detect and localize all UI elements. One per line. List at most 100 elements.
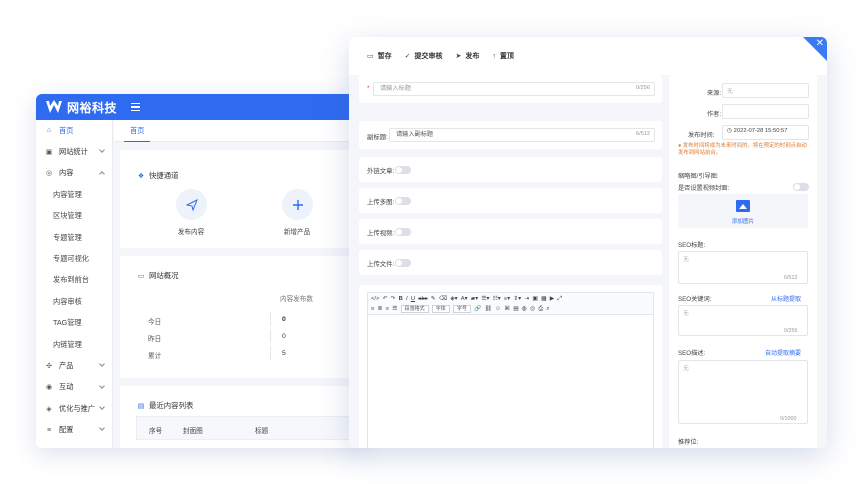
author-input[interactable] (722, 104, 809, 119)
publish-time-label: 发布时间: (688, 132, 715, 139)
overview-row-label: 昨日 (148, 336, 162, 343)
print-icon[interactable]: ⎙ (538, 306, 543, 313)
overview-column-header: 内容发布数 (280, 296, 313, 303)
seo-keywords-char-count: 0/256 (784, 328, 798, 334)
title-input[interactable]: 请输入标题 (373, 82, 655, 96)
author-label: 作者: (707, 111, 722, 118)
sidebar-subitem-publish-front[interactable]: 发布到前台 (36, 270, 112, 291)
color-icon[interactable]: ◈▾ (450, 296, 457, 302)
sidebar-item-stats[interactable]: ▣ 网站统计 (36, 141, 112, 162)
multi-image-toggle[interactable] (395, 197, 411, 205)
attachment-icon[interactable]: ▤ (513, 306, 518, 312)
brush-icon[interactable]: ✎ (431, 296, 436, 302)
plus-icon (292, 199, 303, 210)
source-input[interactable]: 无 (722, 83, 809, 98)
italic-icon[interactable]: I (406, 296, 408, 302)
multi-image-label: 上传多图: (367, 199, 395, 206)
emoji-icon[interactable]: ☺ (495, 306, 501, 312)
unlink-icon[interactable]: ⛓ (485, 306, 492, 312)
toolbar-row: </> ↶ ↷ B I U abc ✎ ⌫ ◈▾ A▾ ▰▾ ☰▾ ☷▾ ≡▾ … (371, 294, 650, 304)
image-icon[interactable]: ▣ (532, 296, 537, 302)
map-icon[interactable]: ◍ (522, 306, 527, 312)
sidebar-item-content[interactable]: ◎ 内容 (36, 163, 112, 184)
code-icon[interactable]: ⌘ (504, 306, 510, 312)
indent-icon[interactable]: ⇥ (524, 296, 529, 302)
save-draft-button[interactable]: ▭ 暂存 (367, 51, 392, 61)
sidebar-item-promote[interactable]: ◈ 优化与推广 (36, 398, 112, 419)
sidebar-item-interact[interactable]: ◉ 互动 (36, 377, 112, 398)
undo-icon[interactable]: ↶ (383, 296, 388, 302)
submit-review-button[interactable]: ✓ 提交审核 (405, 51, 443, 61)
search-icon[interactable]: ⌕ (546, 306, 549, 313)
pin-top-button[interactable]: ↑ 置顶 (492, 51, 514, 61)
brand-name: 网裕科技 (67, 100, 118, 115)
bold-icon[interactable]: B (399, 296, 403, 302)
source-icon[interactable]: </> (371, 296, 379, 302)
ordered-list-icon[interactable]: ☰▾ (481, 296, 489, 302)
extract-from-title-link[interactable]: 从标题提取 (771, 294, 801, 303)
bullet-list-icon[interactable]: ☷▾ (493, 296, 501, 302)
publish-button[interactable]: ➤ 发布 (456, 51, 480, 61)
sidebar-item-home[interactable]: ⌂ 首页 (36, 120, 112, 141)
align-right-icon[interactable]: ≡ (386, 306, 389, 312)
quick-channel-panel: ❖ 快捷通道 发布内容 新增产品 (120, 150, 366, 248)
column-header: 序号 (149, 428, 163, 435)
sidebar-subitem-topic-visual[interactable]: 专题可视化 (36, 248, 112, 269)
video-upload-toggle[interactable] (395, 228, 411, 236)
content-icon: ◎ (45, 170, 53, 178)
video-cover-toggle[interactable] (793, 183, 809, 191)
font-size-select[interactable]: 字号 (453, 305, 472, 313)
brand-logo[interactable]: 网裕科技 (46, 99, 117, 116)
align-icon[interactable]: ≡▾ (504, 296, 510, 302)
thumbnail-label: 缩略图/引导图: (678, 173, 719, 180)
justify-icon[interactable]: ☰ (392, 306, 397, 312)
highlight-icon[interactable]: ▰▾ (471, 296, 478, 302)
menu-toggle-icon[interactable] (131, 103, 141, 111)
align-center-icon[interactable]: ≣ (378, 306, 383, 312)
promote-icon: ◈ (46, 405, 52, 413)
column-header: 标题 (255, 428, 269, 435)
overview-row-label: 累计 (148, 353, 162, 360)
publish-time-input[interactable]: ◷ 2022-07-28 15:50:57 (722, 125, 809, 140)
eraser-icon[interactable]: ⌫ (439, 296, 447, 302)
sidebar-subitem-content-review[interactable]: 内容审核 (36, 291, 112, 312)
editor-toolbar: ▭ 暂存 ✓ 提交审核 ➤ 发布 ↑ 置顶 ✕ (349, 37, 827, 75)
editor-format-toolbar: </> ↶ ↷ B I U abc ✎ ⌫ ◈▾ A▾ ▰▾ ☰▾ ☷▾ ≡▾ … (367, 292, 654, 314)
title-char-count: 0/256 (636, 85, 650, 91)
file-upload-card: 上传文件: (359, 250, 662, 275)
screenshot-stage: 网裕科技 ⌂ 首页 ▣ 网站统计 ◎ 内容 内容管理 区块管理 专题管理 专题可视化 … (0, 0, 863, 484)
strike-icon[interactable]: abc (418, 296, 427, 302)
sidebar-subitem-block-manage[interactable]: 区块管理 (36, 206, 112, 227)
tab-home[interactable]: 首页 (124, 120, 151, 142)
font-family-select[interactable]: 字体 (431, 305, 450, 313)
file-upload-toggle[interactable] (395, 259, 411, 267)
chevron-down-icon (99, 147, 105, 154)
auto-extract-summary-link[interactable]: 自动提取摘要 (765, 348, 801, 357)
link-icon[interactable]: 🔗 (474, 306, 481, 312)
sidebar-subitem-link-manage[interactable]: 内链管理 (36, 334, 112, 355)
sidebar-subitem-content-manage[interactable]: 内容管理 (36, 184, 112, 205)
line-height-icon[interactable]: ⇕▾ (513, 296, 521, 302)
publish-content-button[interactable] (176, 189, 207, 220)
align-left-icon[interactable]: ≡ (371, 306, 374, 312)
underline-icon[interactable]: U (411, 296, 415, 302)
subtitle-input[interactable]: 请输入副标题 (389, 128, 655, 142)
video-icon[interactable]: ▶ (550, 296, 554, 302)
add-product-button[interactable] (282, 189, 313, 220)
add-image-button[interactable]: 添加图片 (678, 194, 808, 228)
sidebar-item-product[interactable]: ✣ 产品 (36, 355, 112, 376)
external-link-toggle[interactable] (395, 166, 411, 174)
editor-content-area[interactable] (367, 314, 654, 448)
redo-icon[interactable]: ↷ (391, 296, 396, 302)
seo-description-input[interactable]: 无 (678, 360, 808, 424)
sidebar-subitem-topic-manage[interactable]: 专题管理 (36, 227, 112, 248)
monitor-icon: ▭ (137, 272, 145, 280)
table-icon[interactable]: ▦ (541, 296, 546, 302)
sidebar-subitem-tag-manage[interactable]: TAG管理 (36, 313, 112, 334)
close-icon[interactable]: ✕ (816, 38, 824, 50)
fullscreen-icon[interactable]: ⤢ (557, 296, 562, 303)
font-color-icon[interactable]: A▾ (461, 296, 468, 302)
paragraph-format-select[interactable]: 段落格式 (400, 305, 429, 313)
sidebar-item-config[interactable]: ≡ 配置 (36, 419, 112, 440)
preview-icon[interactable]: ◎ (530, 306, 535, 312)
